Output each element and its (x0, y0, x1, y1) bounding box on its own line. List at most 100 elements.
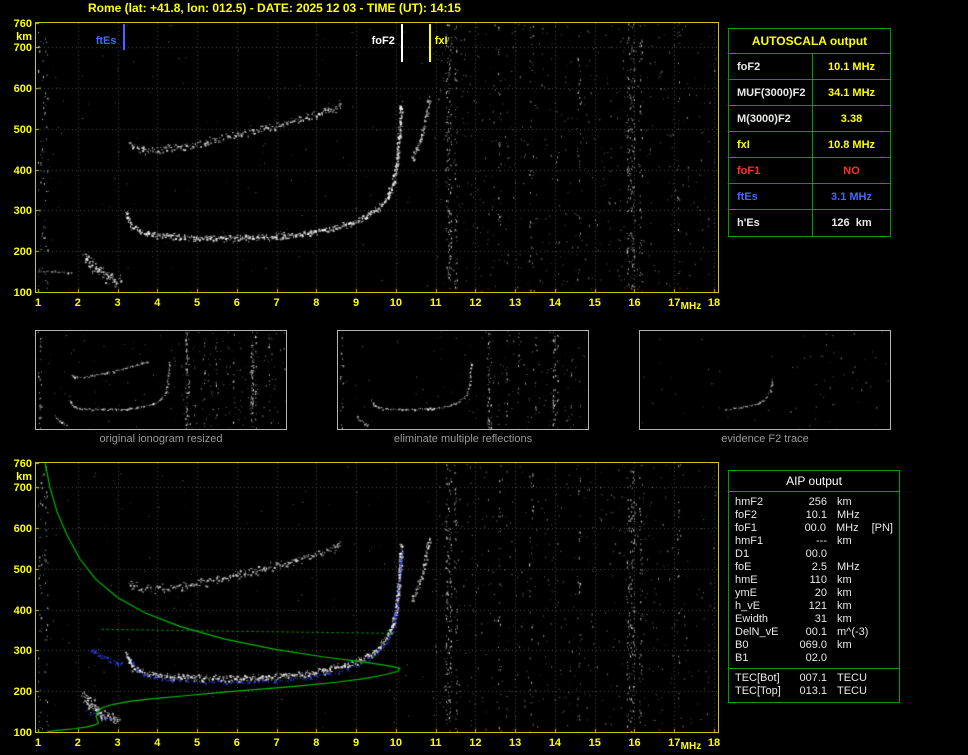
aip-param: foE (735, 561, 793, 574)
aip-note: [PN] (872, 522, 893, 535)
aip-row: foE2.5MHz (729, 561, 899, 574)
main-x-tick-label: 9 (353, 297, 359, 309)
main-y-tick-label: 300 (0, 205, 32, 217)
aip-unit: MHz (827, 509, 873, 522)
main-x-tick-label: 16 (628, 297, 640, 309)
profile-x-tick-label: 1 (35, 737, 41, 749)
aip-param: TEC[Top] (735, 685, 793, 698)
main-x-tick-label: 15 (589, 297, 601, 309)
profile-x-tick-label: 2 (75, 737, 81, 749)
marker-line-fxI (429, 24, 431, 62)
profile-x-tick-label: 8 (313, 737, 319, 749)
aip-unit (827, 652, 873, 665)
thumbnail-filtered-canvas (338, 331, 588, 429)
thumbnail-f2-evidence (639, 330, 891, 430)
autoscala-value: 126 km (813, 210, 890, 236)
profile-y-tick-label: 200 (0, 686, 32, 698)
page-title: Rome (lat: +41.8, lon: 012.5) - DATE: 20… (88, 1, 461, 15)
autoscala-value: 3.38 (813, 106, 890, 131)
profile-x-tick-label: 15 (589, 737, 601, 749)
main-x-tick-label: 1 (35, 297, 41, 309)
profile-x-tick-label: 4 (154, 737, 160, 749)
aip-note (873, 574, 893, 587)
profile-x-tick-label: 7 (274, 737, 280, 749)
autoscala-value: 3.1 MHz (813, 184, 890, 209)
main-y-tick-label: 100 (0, 287, 32, 299)
autoscala-param: ftEs (729, 184, 813, 209)
aip-note (873, 496, 893, 509)
aip-param: DelN_vE (735, 626, 793, 639)
autoscala-param: fxI (729, 132, 813, 157)
main-x-tick-label: 18 (708, 297, 720, 309)
aip-unit: m^(-3) (827, 626, 873, 639)
aip-tec-row: TEC[Bot]007.1TECU (729, 672, 899, 685)
aip-unit: km (827, 613, 873, 626)
profile-x-tick-label: 5 (194, 737, 200, 749)
profile-y-axis-unit: km (0, 471, 32, 483)
aip-row: Ewidth31km (729, 613, 899, 626)
aip-table: AIP output hmF2256kmfoF210.1MHzfoF100.0M… (728, 470, 900, 703)
aip-param: foF1 (735, 522, 792, 535)
aip-param: ymE (735, 587, 793, 600)
aip-row: ymE20km (729, 587, 899, 600)
aip-value: 02.0 (793, 652, 827, 665)
autoscala-row: ftEs3.1 MHz (729, 184, 890, 210)
autoscala-row: foF210.1 MHz (729, 54, 890, 80)
main-x-tick-label: 14 (549, 297, 561, 309)
aip-row: foF100.0MHz[PN] (729, 522, 899, 535)
profile-y-tick-label: 400 (0, 605, 32, 617)
autoscala-value: 34.1 MHz (813, 80, 890, 105)
profile-x-tick-label: 17 (668, 737, 680, 749)
aip-value: --- (793, 535, 827, 548)
main-ionogram-canvas (36, 23, 718, 292)
autoscala-value: 10.8 MHz (813, 132, 890, 157)
autoscala-row: M(3000)F23.38 (729, 106, 890, 132)
profile-x-tick-label: 12 (469, 737, 481, 749)
thumbnail-caption-f2-evidence: evidence F2 trace (639, 433, 891, 445)
aip-value: 121 (793, 600, 827, 613)
aip-row: B0069.0km (729, 639, 899, 652)
main-y-tick-label: 760 (0, 18, 32, 30)
aip-row: B102.0 (729, 652, 899, 665)
aip-value: 007.1 (793, 672, 827, 685)
aip-unit: MHz (827, 561, 873, 574)
autoscala-row: h'Es126 km (729, 210, 890, 236)
aip-note (873, 561, 893, 574)
aip-value: 013.1 (793, 685, 827, 698)
marker-line-foF2 (401, 24, 403, 62)
aip-unit: TECU (827, 672, 873, 685)
aip-value: 110 (793, 574, 827, 587)
main-x-tick-label: 12 (469, 297, 481, 309)
autoscala-table: AUTOSCALA output foF210.1 MHzMUF(3000)F2… (728, 28, 891, 237)
aip-note (873, 587, 893, 600)
thumbnail-f2-evidence-canvas (640, 331, 890, 429)
main-y-tick-label: 200 (0, 246, 32, 258)
profile-x-tick-label: 16 (628, 737, 640, 749)
aip-param: B1 (735, 652, 793, 665)
thumbnail-original-canvas (36, 331, 286, 429)
aip-tec-row: TEC[Top]013.1TECU (729, 685, 899, 698)
autoscala-value: NO (813, 158, 890, 183)
aip-note (873, 613, 893, 626)
aip-unit: km (827, 574, 873, 587)
profile-x-tick-label: 18 (708, 737, 720, 749)
aip-value: 31 (793, 613, 827, 626)
main-x-tick-label: 3 (114, 297, 120, 309)
aip-unit: km (827, 587, 873, 600)
autoscala-row: fxI10.8 MHz (729, 132, 890, 158)
profile-y-tick-label: 300 (0, 645, 32, 657)
aip-row: hmE110km (729, 574, 899, 587)
autoscala-table-rows: foF210.1 MHzMUF(3000)F234.1 MHzM(3000)F2… (729, 54, 890, 236)
main-x-tick-label: 10 (390, 297, 402, 309)
autoscala-value: 10.1 MHz (813, 54, 890, 79)
aip-table-title: AIP output (729, 471, 899, 492)
main-x-tick-label: 17 (668, 297, 680, 309)
autoscala-window: Rome (lat: +41.8, lon: 012.5) - DATE: 20… (0, 0, 968, 755)
aip-value: 10.1 (793, 509, 827, 522)
aip-row: foF210.1MHz (729, 509, 899, 522)
profile-x-tick-label: 10 (390, 737, 402, 749)
profile-x-axis-unit: MHz (681, 741, 702, 752)
aip-value: 2.5 (793, 561, 827, 574)
aip-unit: km (827, 535, 873, 548)
main-y-axis-unit: km (0, 31, 32, 43)
